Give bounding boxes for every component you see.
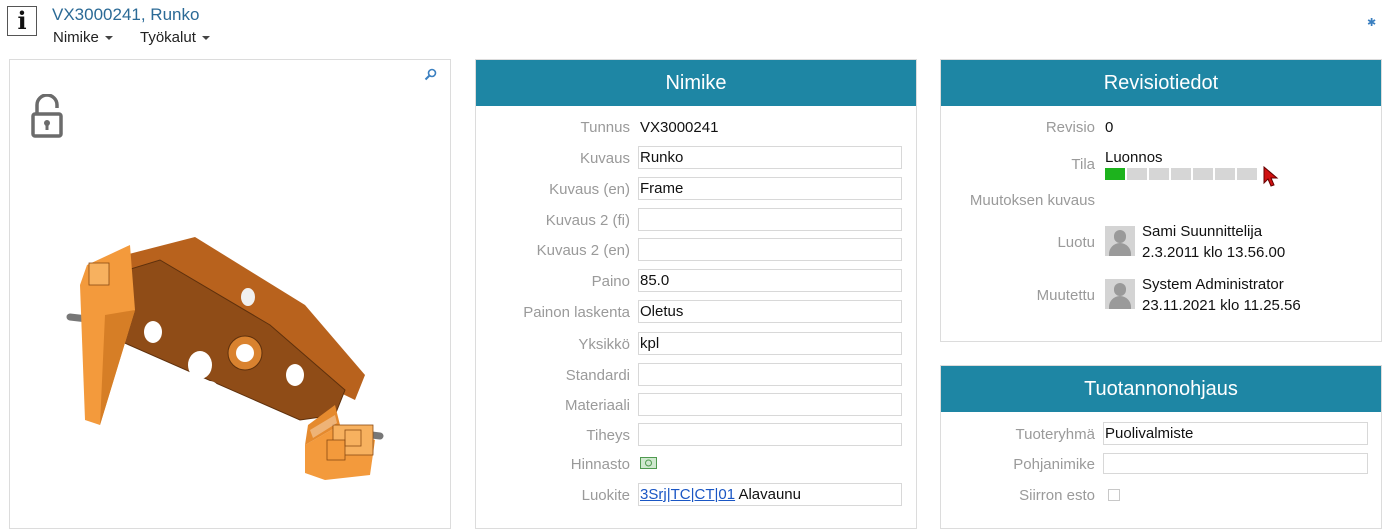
kuvaus-field[interactable]: Runko (638, 146, 902, 169)
kuvaus2-en-field[interactable] (638, 238, 902, 261)
caret-down-icon (201, 36, 210, 41)
tila-progress-segment (1127, 168, 1147, 180)
luokite-link-tc[interactable]: TC (671, 486, 691, 503)
cursor-icon (1263, 166, 1279, 187)
siirron-esto-checkbox[interactable] (1108, 489, 1120, 501)
page-title: VX3000241, Runko (52, 5, 200, 24)
tiheys-field[interactable] (638, 423, 902, 446)
info-icon: i (7, 6, 37, 36)
luotu-date: 2.3.2011 klo 13.56.00 (1142, 244, 1286, 261)
label-materiaali: Materiaali (564, 397, 630, 414)
luokite-link-ct[interactable]: CT (695, 486, 715, 503)
model-preview-panel (9, 59, 451, 529)
revisio-value: 0 (1105, 119, 1114, 136)
label-kuvaus2-en: Kuvaus 2 (en) (536, 242, 630, 259)
label-tunnus: Tunnus (580, 119, 630, 136)
label-muutoksen-kuvaus: Muutoksen kuvaus (969, 192, 1095, 209)
luotu-name[interactable]: Sami Suunnittelija (1142, 223, 1262, 240)
label-tuoteryhma: Tuoteryhmä (1015, 426, 1095, 443)
tila-progress-segment (1193, 168, 1213, 180)
yksikko-field[interactable]: kpl (638, 332, 902, 355)
menu-nimike-label: Nimike (53, 29, 99, 46)
label-paino: Paino (591, 273, 630, 290)
label-siirron-esto: Siirron esto (1019, 487, 1095, 504)
nimike-panel-title: Nimike (476, 60, 916, 106)
label-luokite: Luokite (581, 487, 630, 504)
label-tiheys: Tiheys (586, 427, 630, 444)
menu-tyokalut-label: Työkalut (140, 29, 196, 46)
pohjanimike-field[interactable] (1103, 453, 1368, 474)
label-muutettu: Muutettu (1036, 287, 1095, 304)
muutettu-name[interactable]: System Administrator (1142, 276, 1284, 293)
label-tila: Tila (1071, 156, 1095, 173)
unlock-icon[interactable] (30, 94, 66, 140)
tunnus-value: VX3000241 (640, 119, 719, 136)
tila-progress-segment (1171, 168, 1191, 180)
label-painon-laskenta: Painon laskenta (523, 304, 630, 321)
revisio-panel-title: Revisiotiedot (941, 60, 1381, 106)
tila-progress-segment (1237, 168, 1257, 180)
label-kuvaus2-fi: Kuvaus 2 (fi) (545, 212, 630, 229)
label-standardi: Standardi (565, 367, 630, 384)
label-kuvaus-en: Kuvaus (en) (549, 181, 630, 198)
luokite-field: 3Srj|TC|CT|01 Alavaunu (638, 483, 902, 506)
label-pohjanimike: Pohjanimike (1013, 456, 1095, 473)
luokite-link-3srj[interactable]: 3Srj (640, 486, 667, 503)
painon-laskenta-field[interactable]: Oletus (638, 300, 902, 323)
tila-value: Luonnos (1105, 149, 1163, 166)
label-yksikko: Yksikkö (578, 336, 630, 353)
standardi-field[interactable] (638, 363, 902, 386)
paino-field[interactable]: 85.0 (638, 269, 902, 292)
tila-progress-segment (1149, 168, 1169, 180)
caret-down-icon (104, 36, 113, 41)
label-luotu: Luotu (1057, 234, 1095, 251)
kuvaus2-fi-field[interactable] (638, 208, 902, 231)
gear-icon[interactable]: ✱ (1367, 16, 1376, 29)
menu-tyokalut[interactable]: Työkalut (140, 29, 210, 46)
user-avatar-icon[interactable] (1105, 226, 1135, 256)
materiaali-field[interactable] (638, 393, 902, 416)
money-icon[interactable] (640, 457, 657, 469)
tuoteryhma-field[interactable]: Puolivalmiste (1103, 422, 1368, 445)
zoom-icon[interactable] (424, 68, 438, 82)
tuotanto-panel: Tuotannonohjaus (940, 365, 1382, 529)
tuotanto-panel-title: Tuotannonohjaus (941, 366, 1381, 412)
user-avatar-icon[interactable] (1105, 279, 1135, 309)
label-kuvaus: Kuvaus (579, 150, 630, 167)
label-revisio: Revisio (1045, 119, 1095, 136)
tila-progress-segment (1105, 168, 1125, 180)
label-hinnasto: Hinnasto (570, 456, 630, 473)
tila-progress-segment (1215, 168, 1235, 180)
luokite-text: Alavaunu (738, 486, 801, 503)
luokite-link-01[interactable]: 01 (718, 486, 735, 503)
menu-nimike[interactable]: Nimike (53, 29, 113, 46)
kuvaus-en-field[interactable]: Frame (638, 177, 902, 200)
3d-model-image (66, 237, 384, 480)
muutettu-date: 23.11.2021 klo 11.25.56 (1142, 297, 1301, 314)
